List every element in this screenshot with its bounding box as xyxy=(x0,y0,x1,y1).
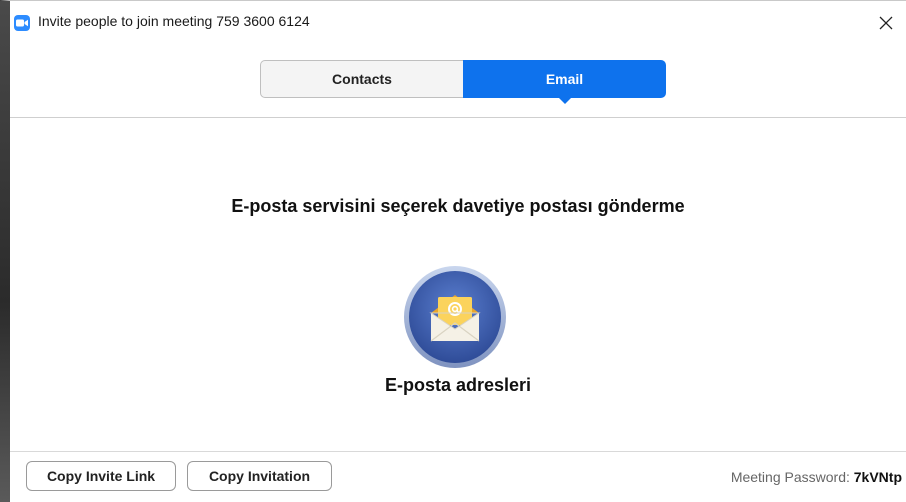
title-bar: Invite people to join meeting 759 3600 6… xyxy=(10,1,906,41)
tab-email[interactable]: Email xyxy=(463,60,666,104)
meeting-password-value: 7kVNtp xyxy=(853,469,902,485)
email-service-button[interactable] xyxy=(403,265,507,369)
envelope-at-icon xyxy=(404,266,506,368)
header-divider xyxy=(10,117,906,118)
email-service-label: E-posta adresleri xyxy=(384,375,532,395)
copy-invitation-button[interactable]: Copy Invitation xyxy=(187,461,332,491)
footer-bar: Copy Invite Link Copy Invitation Meeting… xyxy=(10,452,906,502)
window-title: Invite people to join meeting 759 3600 6… xyxy=(38,13,310,29)
tab-contacts[interactable]: Contacts xyxy=(260,60,463,98)
close-icon[interactable] xyxy=(872,9,900,37)
tab-bar: Contacts Email xyxy=(260,60,666,104)
meeting-password-label: Meeting Password: xyxy=(730,469,850,485)
section-heading: E-posta servisini seçerek davetiye posta… xyxy=(231,196,685,216)
meeting-password: Meeting Password: 7kVNtp xyxy=(731,469,902,485)
zoom-app-icon xyxy=(14,15,30,31)
invite-dialog: Invite people to join meeting 759 3600 6… xyxy=(0,0,906,502)
copy-invite-link-button[interactable]: Copy Invite Link xyxy=(26,461,176,491)
